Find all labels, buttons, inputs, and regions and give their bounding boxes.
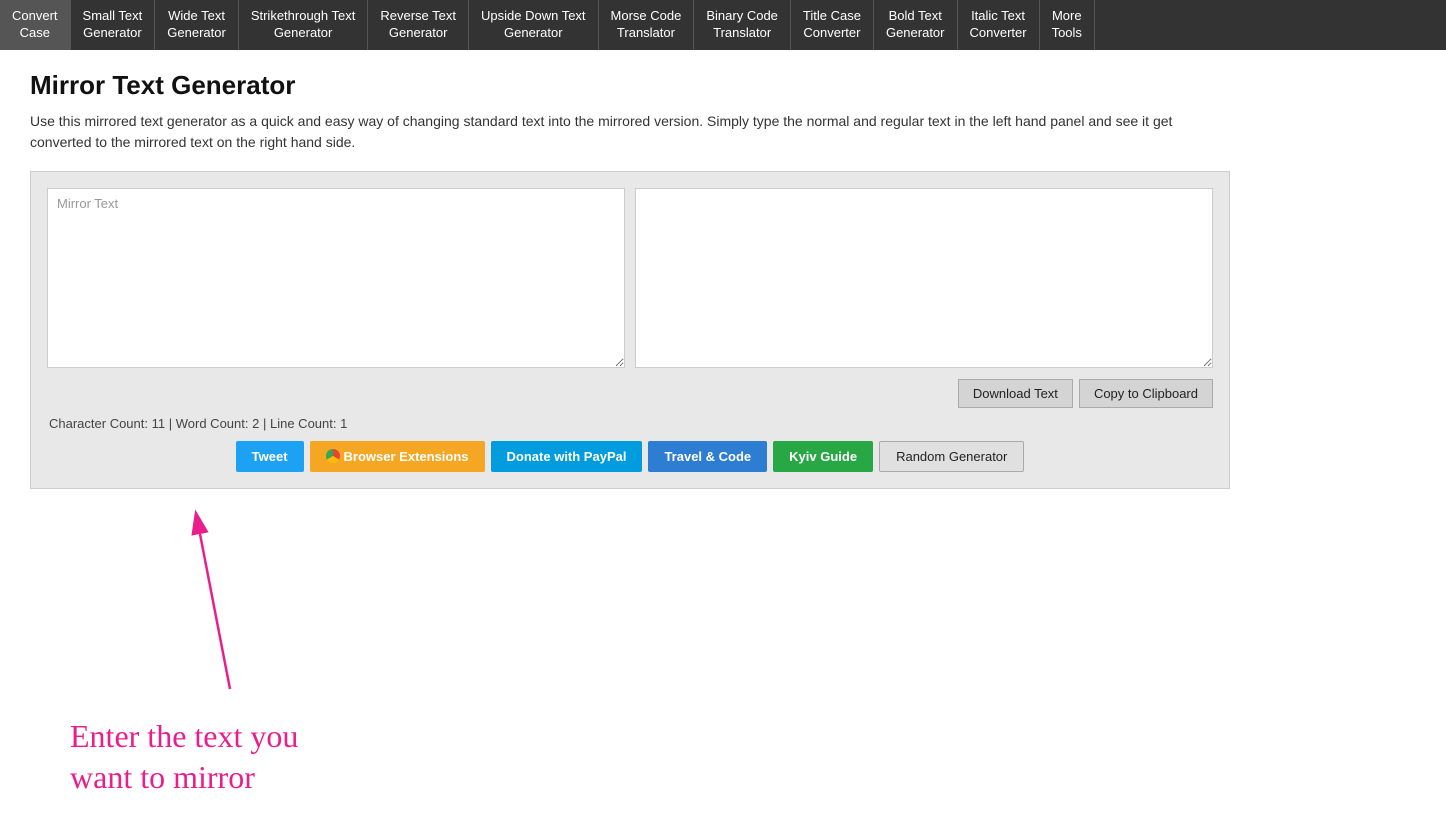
main-navigation: ConvertCase Small TextGenerator Wide Tex… — [0, 0, 1446, 50]
input-textarea[interactable] — [47, 188, 625, 368]
nav-convert-case[interactable]: ConvertCase — [0, 0, 71, 50]
output-textarea[interactable] — [635, 188, 1213, 368]
annotation-text: Enter the text you want to mirror — [70, 716, 298, 799]
nav-more-tools[interactable]: MoreTools — [1040, 0, 1095, 50]
extensions-button[interactable]: Browser Extensions — [310, 441, 485, 472]
extensions-label: Browser Extensions — [344, 449, 469, 464]
paypal-button[interactable]: Donate with PayPal — [491, 441, 643, 472]
annotation-line2: want to mirror — [70, 759, 255, 795]
char-count-value: 11 — [152, 416, 166, 431]
annotation-line1: Enter the text you — [70, 718, 298, 754]
main-content: Mirror Text Generator Use this mirrored … — [0, 50, 1400, 839]
word-count-value: 2 — [252, 416, 259, 431]
textareas-row: Mirror Text — [47, 188, 1213, 371]
nav-title-case[interactable]: Title CaseConverter — [791, 0, 874, 50]
tweet-button[interactable]: Tweet — [236, 441, 304, 472]
nav-wide-text[interactable]: Wide TextGenerator — [155, 0, 239, 50]
separator-1: | — [169, 416, 176, 431]
stats-row: Character Count: 11 | Word Count: 2 | Li… — [47, 416, 1213, 431]
random-button[interactable]: Random Generator — [879, 441, 1024, 472]
travel-button[interactable]: Travel & Code — [648, 441, 767, 472]
nav-italic-text[interactable]: Italic TextConverter — [958, 0, 1040, 50]
nav-upside-down[interactable]: Upside Down TextGenerator — [469, 0, 599, 50]
nav-bold-text[interactable]: Bold TextGenerator — [874, 0, 958, 50]
char-count-label: Character Count: — [49, 416, 148, 431]
nav-strikethrough[interactable]: Strikethrough TextGenerator — [239, 0, 369, 50]
page-description: Use this mirrored text generator as a qu… — [30, 111, 1180, 153]
page-title: Mirror Text Generator — [30, 70, 1370, 101]
tool-container: Mirror Text Download Text Copy to Clipbo… — [30, 171, 1230, 489]
separator-2: | — [263, 416, 270, 431]
nav-small-text[interactable]: Small TextGenerator — [71, 0, 156, 50]
action-buttons: Tweet Browser Extensions Donate with Pay… — [47, 441, 1213, 472]
chrome-icon — [326, 449, 340, 463]
annotation-area: Enter the text you want to mirror — [30, 499, 1370, 819]
kyiv-button[interactable]: Kyiv Guide — [773, 441, 873, 472]
input-area: Mirror Text — [47, 188, 625, 371]
nav-reverse-text[interactable]: Reverse TextGenerator — [368, 0, 469, 50]
word-count-label: Word Count: — [176, 416, 249, 431]
output-area — [635, 188, 1213, 371]
nav-binary-code[interactable]: Binary CodeTranslator — [694, 0, 791, 50]
output-buttons-row: Download Text Copy to Clipboard — [47, 379, 1213, 408]
line-count-value: 1 — [340, 416, 347, 431]
nav-morse-code[interactable]: Morse CodeTranslator — [599, 0, 695, 50]
download-button[interactable]: Download Text — [958, 379, 1073, 408]
clipboard-button[interactable]: Copy to Clipboard — [1079, 379, 1213, 408]
line-count-label: Line Count: — [270, 416, 337, 431]
